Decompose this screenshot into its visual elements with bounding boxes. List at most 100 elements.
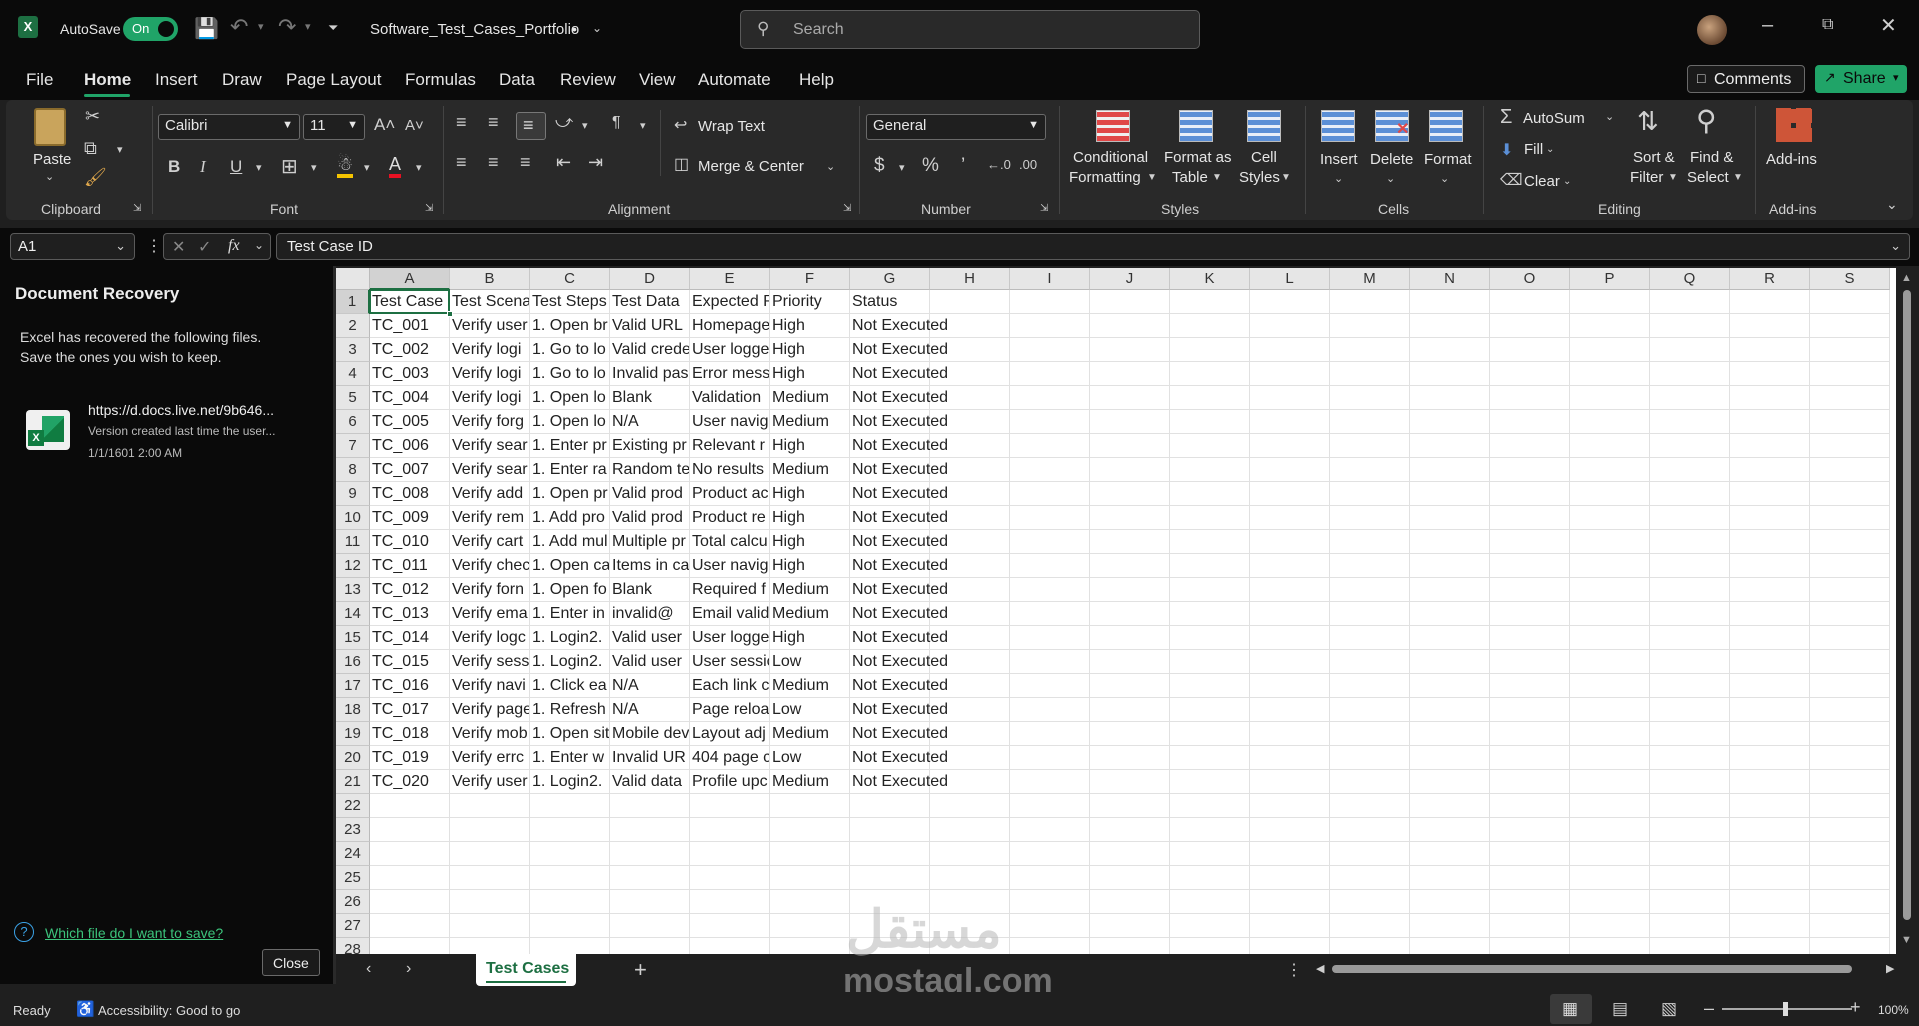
font-launcher-icon[interactable]: ⇲ (425, 203, 433, 214)
insert-cells-label[interactable]: Insert (1320, 151, 1358, 168)
table-cell[interactable]: High (770, 554, 849, 578)
horizontal-scrollbar[interactable] (1332, 962, 1872, 976)
row-header[interactable]: 16 (336, 650, 370, 674)
table-cell[interactable]: Medium (770, 578, 849, 602)
row-header[interactable]: 22 (336, 794, 370, 818)
find-dropdown-icon[interactable]: ▼ (1733, 172, 1743, 183)
decrease-decimal-icon[interactable]: .00 (1019, 157, 1037, 172)
search-box[interactable]: ⚲ Search (740, 10, 1200, 49)
table-cell[interactable]: High (770, 338, 849, 362)
vertical-scrollbar[interactable]: ▲ ▼ (1896, 268, 1919, 954)
user-avatar[interactable] (1697, 15, 1727, 45)
table-cell[interactable]: Verify sess (450, 650, 529, 674)
align-right-icon[interactable]: ≡ (520, 152, 531, 173)
align-center-icon[interactable]: ≡ (488, 152, 499, 173)
align-middle-icon[interactable]: ≡ (488, 112, 499, 133)
row-header[interactable]: 7 (336, 434, 370, 458)
table-cell[interactable]: 1. Click ea (530, 674, 609, 698)
cell-styles-icon[interactable] (1247, 110, 1281, 142)
zoom-in-icon[interactable]: + (1850, 997, 1861, 1018)
more-options-icon[interactable]: ⋮ (146, 236, 162, 256)
table-cell[interactable]: Validation (690, 386, 769, 410)
paste-icon[interactable] (34, 108, 66, 146)
table-cell[interactable]: Valid data (610, 770, 689, 794)
table-cell[interactable]: Product ac (690, 482, 769, 506)
row-header[interactable]: 3 (336, 338, 370, 362)
table-cell[interactable]: Not Executed (850, 338, 970, 362)
conditional-formatting-label-1[interactable]: Conditional (1073, 149, 1148, 166)
table-cell[interactable]: Not Executed (850, 362, 970, 386)
table-cell[interactable]: TC_001 (370, 314, 449, 338)
table-cell[interactable]: TC_016 (370, 674, 449, 698)
format-painter-icon[interactable]: 🖌 (84, 167, 107, 188)
table-cell[interactable]: Not Executed (850, 578, 970, 602)
table-cell[interactable]: 1. Refresh (530, 698, 609, 722)
row-header[interactable]: 10 (336, 506, 370, 530)
font-color-icon[interactable]: A (389, 154, 402, 178)
find-select-icon[interactable]: ⚲ (1696, 104, 1717, 137)
row-header[interactable]: 9 (336, 482, 370, 506)
table-cell[interactable]: TC_011 (370, 554, 449, 578)
table-cell[interactable]: Profile upc (690, 770, 769, 794)
row-header[interactable]: 17 (336, 674, 370, 698)
spreadsheet-grid[interactable]: ABCDEFGHIJKLMNOPQRS 1 2 3 4 5 6 7 8 9 10 11 12 13 14 1… (336, 268, 1896, 954)
delete-cells-dropdown-icon[interactable]: ⌄ (1386, 172, 1395, 185)
borders-dropdown-icon[interactable]: ▾ (311, 161, 317, 174)
table-cell[interactable]: 1. Open lo (530, 386, 609, 410)
name-box[interactable]: A1 ⌄ (10, 233, 135, 260)
currency-dropdown-icon[interactable]: ▾ (899, 161, 905, 174)
table-cell[interactable]: 1. Add pro (530, 506, 609, 530)
fill-color-dropdown-icon[interactable]: ▾ (364, 161, 370, 174)
format-as-table-label-1[interactable]: Format as (1164, 149, 1232, 166)
zoom-level[interactable]: 100% (1878, 1003, 1909, 1017)
restore-icon[interactable]: ⧉ (1822, 16, 1833, 34)
format-as-table-icon[interactable] (1179, 110, 1213, 142)
table-cell[interactable]: Verify sear (450, 434, 529, 458)
table-cell[interactable]: Verify logc (450, 626, 529, 650)
table-cell[interactable]: Layout adj (690, 722, 769, 746)
row-header[interactable]: 6 (336, 410, 370, 434)
table-cell[interactable]: Verify logi (450, 386, 529, 410)
underline-dropdown-icon[interactable]: ▾ (256, 161, 262, 174)
column-header-b[interactable]: B (450, 268, 530, 290)
row-header[interactable]: 21 (336, 770, 370, 794)
cell-styles-dropdown-icon[interactable]: ▼ (1281, 172, 1291, 183)
table-cell[interactable]: 1. Open pr (530, 482, 609, 506)
recovered-file-item[interactable]: X https://d.docs.live.net/9b646... Versi… (20, 402, 320, 462)
table-cell[interactable]: Valid user (610, 650, 689, 674)
text-direction-icon[interactable]: ¶ (612, 114, 621, 132)
table-cell[interactable]: High (770, 626, 849, 650)
row-header[interactable]: 24 (336, 842, 370, 866)
table-cell[interactable]: Not Executed (850, 482, 970, 506)
table-cell[interactable]: Valid prod (610, 482, 689, 506)
table-cell[interactable]: Not Executed (850, 506, 970, 530)
table-cell[interactable]: Valid crede (610, 338, 689, 362)
table-cell[interactable]: 404 page c (690, 746, 769, 770)
table-cell[interactable]: TC_003 (370, 362, 449, 386)
table-cell[interactable]: 1. Enter w (530, 746, 609, 770)
table-cell[interactable]: Blank (610, 578, 689, 602)
font-size-combo[interactable]: 11 ▼ (303, 114, 365, 140)
table-cell[interactable]: Medium (770, 410, 849, 434)
zoom-out-icon[interactable]: – (1704, 998, 1714, 1019)
column-header-i[interactable]: I (1010, 268, 1090, 290)
table-cell[interactable]: TC_013 (370, 602, 449, 626)
table-cell[interactable]: Verify user (450, 314, 529, 338)
tab-automate[interactable]: Automate (698, 70, 771, 90)
collapse-ribbon-icon[interactable]: ⌄ (1886, 196, 1898, 213)
table-cell[interactable]: Verify navi (450, 674, 529, 698)
row-header[interactable]: 19 (336, 722, 370, 746)
table-cell[interactable]: High (770, 530, 849, 554)
decrease-indent-icon[interactable]: ⇤ (556, 152, 571, 173)
select-all-corner[interactable] (336, 268, 370, 290)
header-cell[interactable]: Status (850, 290, 970, 314)
insert-function-icon[interactable]: fx (228, 237, 240, 255)
row-header[interactable]: 20 (336, 746, 370, 770)
table-cell[interactable]: invalid@ (610, 602, 689, 626)
align-top-icon[interactable]: ≡ (456, 112, 467, 133)
tab-draw[interactable]: Draw (222, 70, 262, 90)
table-cell[interactable]: Existing pr (610, 434, 689, 458)
row-header[interactable]: 4 (336, 362, 370, 386)
borders-icon[interactable]: ⊞ (281, 154, 298, 179)
row-header[interactable]: 28 (336, 938, 370, 954)
